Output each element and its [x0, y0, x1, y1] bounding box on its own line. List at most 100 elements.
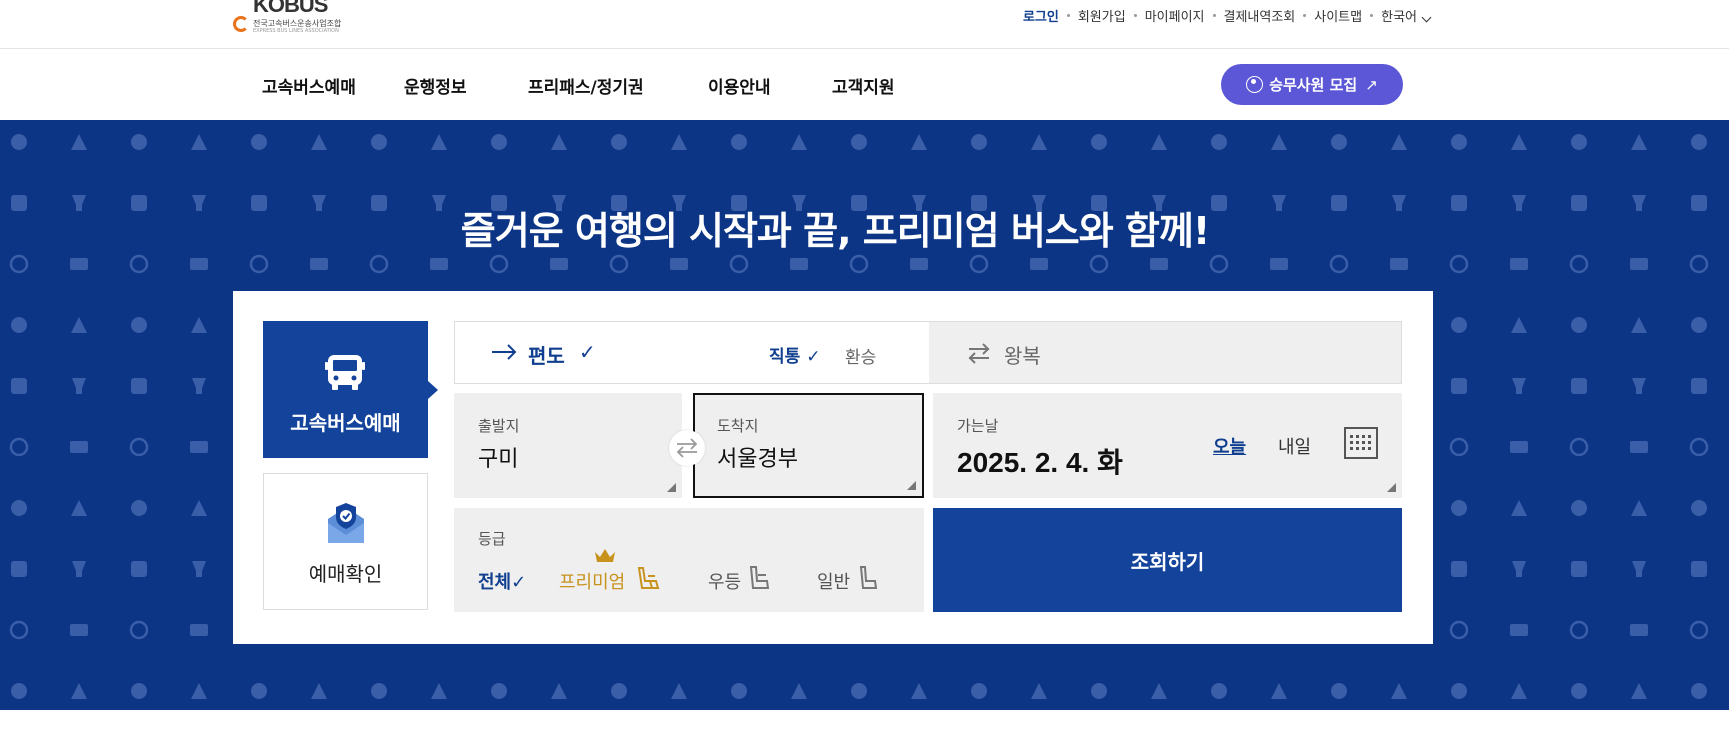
logo-subtitle-en: EXPRESS BUS LINES ASSOCIATION — [253, 28, 339, 34]
pattern-icon — [1449, 437, 1469, 457]
grade-option-all[interactable]: 전체✓ — [478, 568, 526, 594]
kobus-logo[interactable]: KOBUS 전국고속버스운송사업조합 EXPRESS BUS LINES ASS… — [233, 0, 343, 38]
pattern-icon — [1512, 561, 1526, 577]
pattern-icon — [191, 683, 207, 699]
grade-option-premium[interactable]: 프리미엄 — [559, 568, 625, 594]
calendar-icon[interactable] — [1344, 427, 1378, 459]
grade-selector: 등급 전체✓ 프리미엄 우등 일반 — [454, 508, 924, 612]
corner-indicator-icon — [667, 483, 676, 492]
pattern-icon — [550, 258, 568, 270]
grade-option-first-class[interactable]: 우등 — [708, 568, 741, 594]
logo-brand: KOBUS — [253, 0, 328, 17]
hero-banner: 즐거운 여행의 시작과 끝, 프리미엄 버스와 함께! 고속버스예매 예매확인 … — [0, 120, 1729, 710]
pattern-icon — [551, 683, 567, 699]
tab-reservation-check[interactable]: 예매확인 — [263, 473, 428, 610]
pattern-icon — [1451, 500, 1467, 516]
swap-arrows-icon — [968, 343, 990, 364]
pattern-icon — [131, 500, 147, 516]
nav-item-freepass[interactable]: 프리패스/정기권 — [528, 73, 656, 98]
arrival-field[interactable]: 도착지 서울경부 — [693, 393, 924, 498]
pattern-icon — [1030, 258, 1048, 270]
direct-option[interactable]: 직통 ✓ — [769, 342, 820, 367]
pattern-icon — [192, 561, 206, 577]
login-link[interactable]: 로그인 — [1023, 6, 1059, 25]
pattern-icon — [190, 258, 208, 270]
pattern-icon — [1511, 683, 1527, 699]
pattern-icon — [190, 441, 208, 453]
pattern-icon — [849, 254, 869, 274]
pattern-icon — [1151, 683, 1167, 699]
pattern-icon — [791, 134, 807, 150]
separator-dot — [1303, 14, 1307, 17]
sitemap-link[interactable]: 사이트맵 — [1314, 6, 1362, 25]
page-bottom — [0, 710, 1729, 734]
nav-item-schedule-info[interactable]: 운행정보 — [404, 73, 476, 98]
pattern-icon — [911, 683, 927, 699]
pattern-icon — [1451, 317, 1467, 333]
pattern-icon — [431, 683, 447, 699]
transfer-option[interactable]: 환승 — [845, 343, 876, 368]
driver-recruit-button[interactable]: 승무사원 모집 ↗ — [1221, 64, 1403, 105]
direct-label: 직통 — [769, 347, 801, 367]
pattern-icon — [1271, 134, 1287, 150]
pattern-icon — [251, 683, 267, 699]
pattern-icon — [1689, 254, 1709, 274]
grade-option-general[interactable]: 일반 — [817, 568, 850, 594]
mypage-link[interactable]: 마이페이지 — [1145, 6, 1205, 25]
pattern-icon — [491, 683, 507, 699]
main-menu: 고속버스예매 운행정보 프리패스/정기권 이용안내 고객지원 — [262, 73, 904, 98]
pattern-icon — [1510, 624, 1528, 636]
pattern-icon — [969, 254, 989, 274]
pattern-icon — [11, 317, 27, 333]
nav-item-customer-support[interactable]: 고객지원 — [832, 73, 904, 98]
pattern-icon — [1632, 561, 1646, 577]
departure-field[interactable]: 출발지 구미 — [454, 393, 682, 498]
tab-express-bus-booking[interactable]: 고속버스예매 — [263, 321, 438, 458]
pattern-icon — [371, 134, 387, 150]
pattern-icon — [131, 683, 147, 699]
pattern-icon — [131, 378, 147, 394]
pattern-icon — [251, 134, 267, 150]
pattern-icon — [1091, 134, 1107, 150]
pattern-icon — [129, 620, 149, 640]
pattern-icon — [9, 437, 29, 457]
pattern-icon — [1631, 500, 1647, 516]
pattern-icon — [1211, 683, 1227, 699]
pattern-icon — [491, 134, 507, 150]
pattern-icon — [1691, 683, 1707, 699]
pattern-icon — [1151, 134, 1167, 150]
chevron-down-icon — [1421, 12, 1432, 23]
language-selector[interactable]: 한국어 — [1381, 6, 1432, 25]
pattern-icon — [1451, 134, 1467, 150]
one-way-check-icon: ✓ — [579, 340, 596, 364]
payment-history-link[interactable]: 결제내역조회 — [1224, 6, 1296, 25]
pattern-icon — [11, 561, 27, 577]
one-way-option[interactable]: 편도 ✓ 직통 ✓ 환승 — [455, 322, 929, 383]
pattern-icon — [1451, 378, 1467, 394]
nav-item-express-bus-booking[interactable]: 고속버스예매 — [262, 73, 368, 98]
round-trip-option[interactable]: 왕복 — [929, 322, 1401, 383]
pattern-icon — [190, 624, 208, 636]
tomorrow-button[interactable]: 내일 — [1278, 433, 1311, 459]
pattern-icon — [1571, 317, 1587, 333]
today-button[interactable]: 오늘 — [1213, 433, 1246, 459]
signup-link[interactable]: 회원가입 — [1078, 6, 1126, 25]
pattern-icon — [431, 134, 447, 150]
pattern-icon — [1631, 683, 1647, 699]
pattern-icon — [1451, 561, 1467, 577]
utility-nav: 로그인 회원가입 마이페이지 결제내역조회 사이트맵 한국어 — [1023, 6, 1432, 25]
search-button[interactable]: 조회하기 — [933, 508, 1402, 612]
swap-locations-button[interactable] — [669, 430, 705, 466]
hero-headline: 즐거운 여행의 시작과 끝, 프리미엄 버스와 함께! — [460, 209, 1210, 253]
pattern-icon — [1449, 254, 1469, 274]
pattern-icon — [1511, 134, 1527, 150]
swap-icon — [676, 438, 698, 458]
pattern-icon — [310, 258, 328, 270]
pattern-icon — [129, 437, 149, 457]
departure-date-field[interactable]: 가는날 2025. 2. 4. 화 오늘 내일 — [933, 393, 1402, 498]
nav-item-usage-guide[interactable]: 이용안내 — [708, 73, 778, 98]
pattern-icon — [731, 683, 747, 699]
pattern-icon — [1571, 500, 1587, 516]
arrival-caption: 도착지 — [717, 417, 759, 435]
pattern-icon — [1511, 317, 1527, 333]
